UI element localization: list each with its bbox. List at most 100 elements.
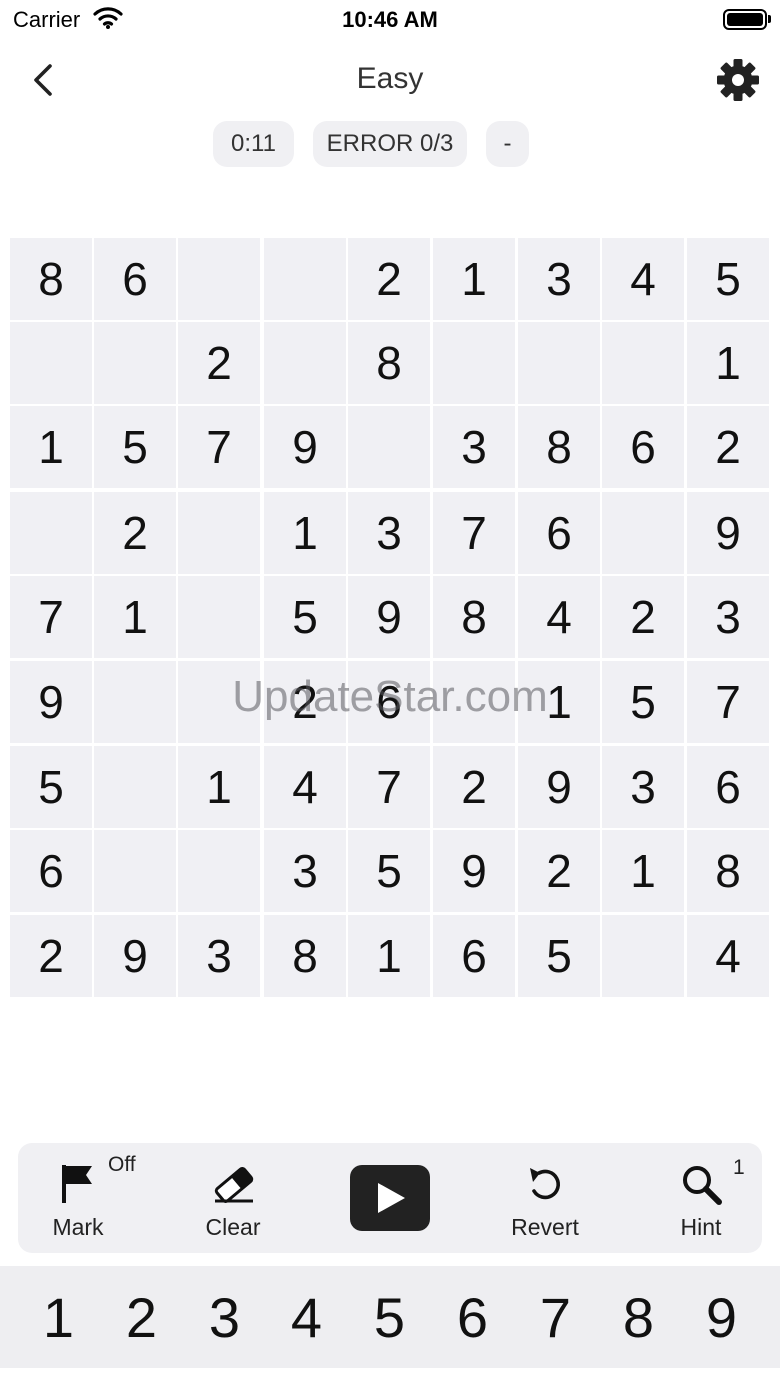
sudoku-cell[interactable]: 8	[433, 576, 515, 658]
sudoku-cell[interactable]: 1	[264, 492, 346, 574]
sudoku-cell[interactable]: 2	[518, 830, 600, 912]
sudoku-cell[interactable]	[602, 322, 684, 404]
number-key[interactable]: 6	[431, 1266, 514, 1368]
sudoku-cell[interactable]: 2	[10, 915, 92, 997]
sudoku-cell[interactable]	[433, 661, 515, 743]
sudoku-cell[interactable]	[178, 576, 260, 658]
sudoku-cell[interactable]	[178, 492, 260, 574]
clear-button[interactable]: Clear	[173, 1143, 293, 1253]
sudoku-cell[interactable]	[10, 322, 92, 404]
sudoku-cell[interactable]	[178, 830, 260, 912]
sudoku-cell[interactable]	[94, 830, 176, 912]
sudoku-cell[interactable]: 9	[687, 492, 769, 574]
sudoku-cell[interactable]: 9	[264, 406, 346, 488]
sudoku-cell[interactable]: 6	[10, 830, 92, 912]
sudoku-cell[interactable]: 8	[264, 915, 346, 997]
sudoku-cell[interactable]: 9	[433, 830, 515, 912]
sudoku-cell[interactable]: 8	[10, 238, 92, 320]
sudoku-cell[interactable]: 3	[687, 576, 769, 658]
sudoku-cell[interactable]: 9	[518, 746, 600, 828]
sudoku-cell[interactable]: 1	[602, 830, 684, 912]
number-key[interactable]: 2	[100, 1266, 183, 1368]
sudoku-cell[interactable]: 7	[10, 576, 92, 658]
sudoku-cell[interactable]: 9	[94, 915, 176, 997]
sudoku-cell[interactable]: 9	[10, 661, 92, 743]
error-counter: ERROR 0/3	[313, 121, 467, 167]
sudoku-cell[interactable]: 6	[602, 406, 684, 488]
sudoku-cell[interactable]	[94, 322, 176, 404]
sudoku-cell[interactable]: 7	[433, 492, 515, 574]
sudoku-cell[interactable]: 3	[348, 492, 430, 574]
sudoku-cell[interactable]: 1	[433, 238, 515, 320]
sudoku-cell[interactable]: 2	[264, 661, 346, 743]
sudoku-cell[interactable]	[433, 322, 515, 404]
sudoku-cell[interactable]: 6	[94, 238, 176, 320]
sudoku-cell[interactable]: 7	[348, 746, 430, 828]
number-key[interactable]: 3	[183, 1266, 266, 1368]
sudoku-cell[interactable]: 5	[348, 830, 430, 912]
sudoku-cell[interactable]: 4	[264, 746, 346, 828]
sudoku-cell[interactable]: 8	[348, 322, 430, 404]
sudoku-cell[interactable]: 7	[178, 406, 260, 488]
sudoku-cell[interactable]	[10, 492, 92, 574]
sudoku-cell[interactable]: 5	[602, 661, 684, 743]
sudoku-cell[interactable]: 4	[602, 238, 684, 320]
sudoku-cell[interactable]: 2	[687, 406, 769, 488]
sudoku-cell[interactable]	[178, 238, 260, 320]
number-key[interactable]: 8	[597, 1266, 680, 1368]
number-key[interactable]: 7	[514, 1266, 597, 1368]
sudoku-cell[interactable]: 5	[264, 576, 346, 658]
sudoku-cell[interactable]: 1	[348, 915, 430, 997]
sudoku-cell[interactable]: 3	[602, 746, 684, 828]
sudoku-cell[interactable]: 8	[518, 406, 600, 488]
sudoku-cell[interactable]	[94, 661, 176, 743]
sudoku-cell[interactable]: 6	[348, 661, 430, 743]
sudoku-cell[interactable]: 5	[94, 406, 176, 488]
sudoku-cell[interactable]	[602, 492, 684, 574]
revert-button[interactable]: Revert	[485, 1143, 605, 1253]
sudoku-cell[interactable]: 8	[687, 830, 769, 912]
sudoku-cell[interactable]: 9	[348, 576, 430, 658]
hint-button[interactable]: 1 Hint	[641, 1143, 761, 1253]
sudoku-cell[interactable]: 4	[518, 576, 600, 658]
sudoku-cell[interactable]: 5	[518, 915, 600, 997]
number-key[interactable]: 9	[680, 1266, 763, 1368]
sudoku-cell[interactable]	[348, 406, 430, 488]
sudoku-cell[interactable]	[178, 661, 260, 743]
sudoku-cell[interactable]: 7	[687, 661, 769, 743]
sudoku-cell[interactable]: 1	[687, 322, 769, 404]
settings-button[interactable]	[715, 57, 761, 103]
sudoku-cell[interactable]: 6	[687, 746, 769, 828]
sudoku-cell[interactable]: 1	[178, 746, 260, 828]
mark-button[interactable]: Off Mark	[18, 1143, 138, 1253]
sudoku-cell[interactable]: 1	[518, 661, 600, 743]
sudoku-cell[interactable]: 3	[433, 406, 515, 488]
sudoku-cell[interactable]: 2	[94, 492, 176, 574]
sudoku-cell[interactable]	[264, 238, 346, 320]
pause-button[interactable]: -	[486, 121, 529, 167]
sudoku-cell[interactable]: 2	[348, 238, 430, 320]
sudoku-cell[interactable]: 6	[518, 492, 600, 574]
number-key[interactable]: 5	[348, 1266, 431, 1368]
sudoku-cell[interactable]: 5	[687, 238, 769, 320]
sudoku-cell[interactable]: 1	[94, 576, 176, 658]
number-key[interactable]: 1	[17, 1266, 100, 1368]
number-key[interactable]: 4	[265, 1266, 348, 1368]
sudoku-cell[interactable]: 3	[178, 915, 260, 997]
magnifier-icon	[683, 1166, 722, 1205]
sudoku-cell[interactable]: 3	[264, 830, 346, 912]
play-button[interactable]	[350, 1165, 430, 1231]
sudoku-cell[interactable]: 2	[178, 322, 260, 404]
sudoku-cell[interactable]: 5	[10, 746, 92, 828]
sudoku-cell[interactable]: 4	[687, 915, 769, 997]
sudoku-cell[interactable]: 6	[433, 915, 515, 997]
sudoku-cell[interactable]: 3	[518, 238, 600, 320]
sudoku-cell[interactable]	[602, 915, 684, 997]
sudoku-cell[interactable]	[94, 746, 176, 828]
sudoku-cell[interactable]	[518, 322, 600, 404]
sudoku-cell[interactable]	[264, 322, 346, 404]
page-title: Easy	[356, 62, 424, 95]
sudoku-cell[interactable]: 2	[433, 746, 515, 828]
sudoku-cell[interactable]: 1	[10, 406, 92, 488]
sudoku-cell[interactable]: 2	[602, 576, 684, 658]
